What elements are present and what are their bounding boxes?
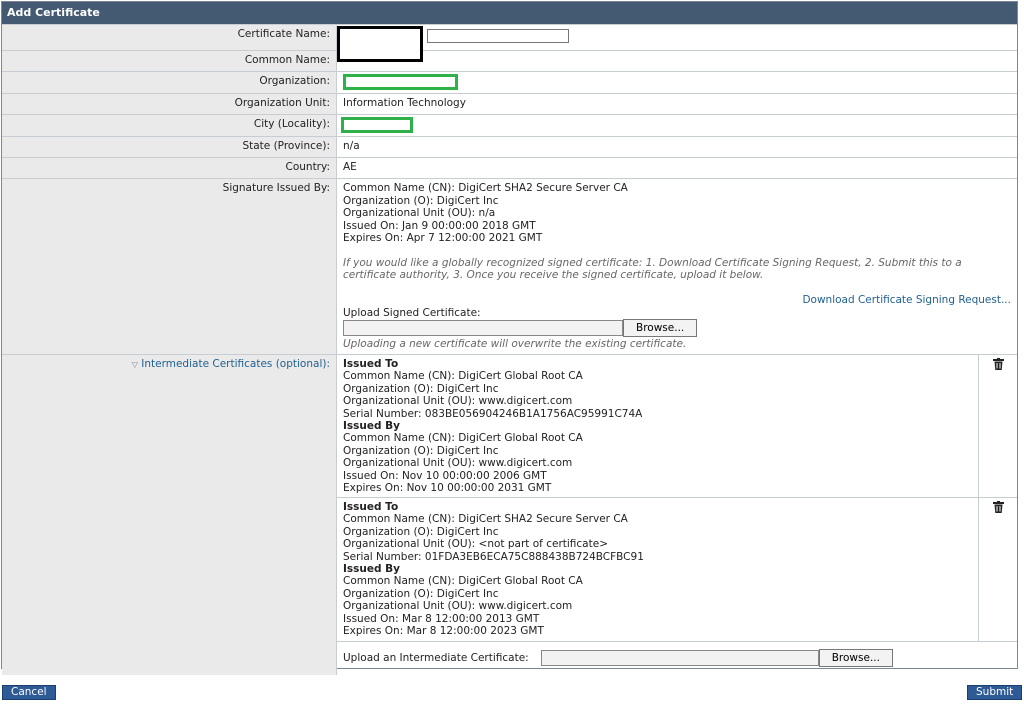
download-csr-link[interactable]: Download Certificate Signing Request... <box>802 294 1011 306</box>
cert-line: Common Name (CN): DigiCert SHA2 Secure S… <box>343 513 628 526</box>
browse-intermediate-button[interactable]: Browse... <box>818 649 893 667</box>
collapse-triangle-icon[interactable]: ▽ <box>132 360 138 369</box>
cert-line: Expires On: Nov 10 00:00:00 2031 GMT <box>343 482 552 495</box>
cert-line: Issued On: Mar 8 12:00:00 2013 GMT <box>343 612 540 625</box>
row-organization-unit: Organization Unit: Information Technolog… <box>2 93 1017 114</box>
delete-cert-1-button[interactable] <box>978 355 1017 497</box>
upload-signed-label: Upload Signed Certificate: <box>343 306 481 319</box>
cert-line: Common Name (CN): DigiCert Global Root C… <box>343 575 583 588</box>
cert-line: Organizational Unit (OU): www.digicert.c… <box>343 457 573 470</box>
organization-unit-label: Organization Unit: <box>2 94 337 114</box>
cert-line: Organization (O): DigiCert Inc <box>343 587 499 600</box>
intermediate-toggle-link[interactable]: Intermediate Certificates (optional): <box>141 358 330 370</box>
organization-redaction <box>343 74 458 90</box>
trash-icon <box>992 358 1004 370</box>
delete-cert-2-button[interactable] <box>978 498 1017 641</box>
organization-unit-value: Information Technology <box>343 97 466 109</box>
state-value: n/a <box>343 140 360 152</box>
intermediate-list: Issued To Common Name (CN): DigiCert Glo… <box>337 355 1017 675</box>
trash-icon <box>992 501 1004 513</box>
signature-line: Issued On: Jan 9 00:00:00 2018 GMT <box>343 219 536 232</box>
city-redaction <box>341 117 413 133</box>
row-signature: Signature Issued By: Common Name (CN): D… <box>2 178 1017 354</box>
state-label: State (Province): <box>2 137 337 157</box>
row-certificate-name: Certificate Name: <box>2 24 1017 62</box>
issued-to-heading: Issued To <box>343 501 399 513</box>
intermediate-upload-row: Upload an Intermediate Certificate: Brow… <box>337 642 1017 667</box>
common-name-label: Common Name: <box>2 51 337 71</box>
cert-line: Organizational Unit (OU): www.digicert.c… <box>343 395 573 408</box>
issued-to-heading: Issued To <box>343 358 399 370</box>
row-city: City (Locality): <box>2 114 1017 136</box>
signature-line: Organization (O): DigiCert Inc <box>343 194 499 207</box>
row-intermediate: ▽ Intermediate Certificates (optional): … <box>2 354 1017 675</box>
cert-line: Organization (O): DigiCert Inc <box>343 382 499 395</box>
issued-by-heading: Issued By <box>343 420 401 433</box>
intermediate-file-input[interactable] <box>540 650 819 666</box>
row-common-name: Common Name: <box>2 50 1017 71</box>
intermediate-cert-2: Issued To Common Name (CN): DigiCert SHA… <box>337 498 1017 642</box>
cert-line: Organizational Unit (OU): <not part of c… <box>343 538 608 551</box>
signature-label: Signature Issued By: <box>2 179 337 354</box>
redaction-box <box>337 26 423 62</box>
submit-button[interactable]: Submit <box>967 685 1023 700</box>
organization-label: Organization: <box>2 72 337 93</box>
country-value: AE <box>343 161 357 173</box>
cancel-button[interactable]: Cancel <box>2 685 56 700</box>
cert-line: Common Name (CN): DigiCert Global Root C… <box>343 432 583 445</box>
browse-signed-button[interactable]: Browse... <box>623 318 698 337</box>
certificate-name-input[interactable] <box>427 29 569 43</box>
intermediate-label-cell: ▽ Intermediate Certificates (optional): <box>2 355 337 675</box>
cert-line: Issued On: Nov 10 00:00:00 2006 GMT <box>343 469 547 482</box>
intermediate-upload-label: Upload an Intermediate Certificate: <box>343 652 529 664</box>
common-name-value <box>337 51 1017 71</box>
cert-line: Expires On: Mar 8 12:00:00 2023 GMT <box>343 625 544 638</box>
upload-warning: Uploading a new certificate will overwri… <box>343 337 687 350</box>
cert-line: Serial Number: 01FDA3EB6ECA75C888438B724… <box>343 550 644 563</box>
row-state: State (Province): n/a <box>2 136 1017 157</box>
certificate-name-label: Certificate Name: <box>2 25 337 50</box>
cert-line: Organization (O): DigiCert Inc <box>343 444 499 457</box>
signature-line: Expires On: Apr 7 12:00:00 2021 GMT <box>343 232 543 244</box>
cert-line: Serial Number: 083BE056904246B1A1756AC95… <box>343 407 643 420</box>
signature-details: Common Name (CN): DigiCert SHA2 Secure S… <box>343 182 1017 245</box>
add-certificate-panel: Add Certificate Certificate Name: Common… <box>1 1 1018 675</box>
signature-line: Common Name (CN): DigiCert SHA2 Secure S… <box>343 182 628 194</box>
issued-by-heading: Issued By <box>343 563 401 576</box>
row-organization: Organization: <box>2 71 1017 93</box>
cert-line: Organizational Unit (OU): www.digicert.c… <box>343 600 573 613</box>
cert-line: Organization (O): DigiCert Inc <box>343 525 499 538</box>
csr-instructions: If you would like a globally recognized … <box>343 256 962 282</box>
row-country: Country: AE <box>2 157 1017 178</box>
signature-line: Organizational Unit (OU): n/a <box>343 207 496 219</box>
intermediate-cert-1: Issued To Common Name (CN): DigiCert Glo… <box>337 355 1017 498</box>
cert-line: Common Name (CN): DigiCert Global Root C… <box>343 370 583 383</box>
city-label: City (Locality): <box>2 115 337 136</box>
country-label: Country: <box>2 158 337 178</box>
signed-cert-file-input[interactable] <box>343 319 623 336</box>
panel-title: Add Certificate <box>2 2 1017 24</box>
